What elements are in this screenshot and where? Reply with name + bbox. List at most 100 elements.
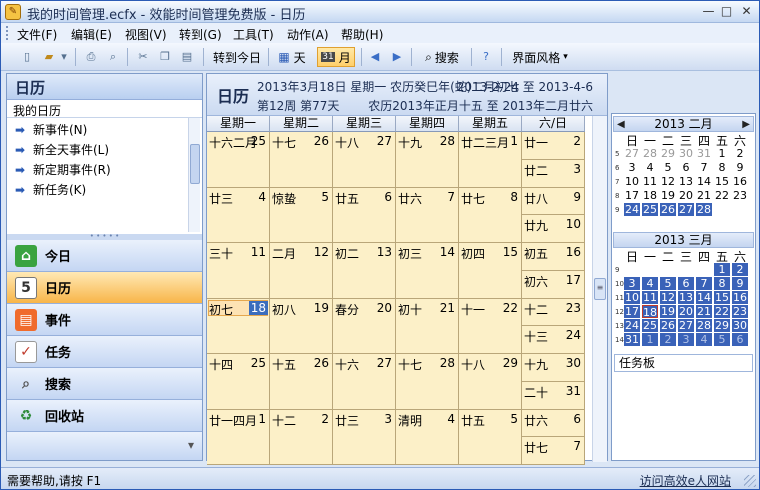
minical-day[interactable]: 4 xyxy=(642,161,658,174)
day-cell[interactable]: 十九 28 xyxy=(396,132,459,188)
nav-recycle-bin[interactable]: ♻ 回收站 xyxy=(7,400,202,432)
minical-day[interactable]: 29 xyxy=(714,319,730,332)
menu-goto[interactable]: 转到(G) xyxy=(179,26,222,43)
menu-help[interactable]: 帮助(H) xyxy=(341,26,383,43)
menu-file[interactable]: 文件(F) xyxy=(17,26,57,43)
weekend-cell[interactable]: 十二 23 xyxy=(522,298,585,327)
weekend-cell[interactable]: 廿二 3 xyxy=(522,159,585,188)
minical-day[interactable]: 3 xyxy=(624,277,640,290)
minical-day[interactable]: 6 xyxy=(678,277,694,290)
nav-calendar[interactable]: 5 日历 xyxy=(7,272,202,304)
day-cell[interactable]: 十二 2 xyxy=(270,409,333,465)
menu-edit[interactable]: 编辑(E) xyxy=(71,26,112,43)
minical-day[interactable]: 3 xyxy=(678,333,694,346)
minical-day[interactable]: 10 xyxy=(624,175,640,188)
day-cell[interactable]: 十一 22 xyxy=(459,298,522,354)
day-cell[interactable]: 廿五 6 xyxy=(333,187,396,243)
minical-day[interactable]: 19 xyxy=(660,305,676,318)
minical-day[interactable]: 30 xyxy=(678,147,694,160)
minical-day[interactable]: 31 xyxy=(624,333,640,346)
minical-day[interactable]: 26 xyxy=(660,319,676,332)
nav-today[interactable]: ⌂ 今日 xyxy=(7,240,202,272)
minical-day[interactable]: 27 xyxy=(678,319,694,332)
menu-grip-icon[interactable] xyxy=(6,26,9,40)
day-cell[interactable]: 十八 27 xyxy=(333,132,396,188)
minical-day[interactable]: 7 xyxy=(696,277,712,290)
day-cell[interactable]: 初二 13 xyxy=(333,243,396,299)
minical-day[interactable]: 9 xyxy=(732,161,748,174)
print-preview-icon[interactable]: ⌕ xyxy=(105,49,121,65)
next-month-icon[interactable]: ▶ xyxy=(742,118,750,132)
minical-day[interactable]: 23 xyxy=(732,305,748,318)
day-cell[interactable]: 初十 21 xyxy=(396,298,459,354)
weekend-cell[interactable]: 初六 17 xyxy=(522,270,585,299)
new-task-item[interactable]: ➡ 新任务(K) xyxy=(7,178,202,198)
close-button[interactable]: ✕ xyxy=(739,4,754,19)
day-cell[interactable]: 十六二月 25 xyxy=(207,132,270,188)
search-button[interactable]: ⌕ 搜索 xyxy=(417,47,467,67)
paste-icon[interactable]: ▤ xyxy=(179,49,195,65)
weekend-cell[interactable]: 廿一 2 xyxy=(522,132,585,160)
minical-day[interactable]: 20 xyxy=(678,189,694,202)
day-cell[interactable]: 廿二三月 1 xyxy=(459,132,522,188)
minical-day[interactable]: 17 xyxy=(624,189,640,202)
minical-day[interactable]: 21 xyxy=(696,305,712,318)
new-doc-icon[interactable]: ▯ xyxy=(19,49,35,65)
minical-day[interactable]: 14 xyxy=(696,175,712,188)
weekend-cell[interactable]: 廿九 10 xyxy=(522,215,585,243)
minical-day[interactable]: 19 xyxy=(660,189,676,202)
day-cell[interactable]: 初八 19 xyxy=(270,298,333,354)
minical-day[interactable]: 18 xyxy=(642,189,658,202)
nav-search[interactable]: ⌕ 搜索 xyxy=(7,368,202,400)
minical-day[interactable]: 1 xyxy=(642,333,658,346)
minical-day[interactable]: 27 xyxy=(624,147,640,160)
maximize-button[interactable]: □ xyxy=(719,4,734,19)
minical-day[interactable]: 28 xyxy=(696,203,712,216)
weekend-cell[interactable]: 初五 16 xyxy=(522,243,585,271)
minical-day[interactable]: 6 xyxy=(732,333,748,346)
prev-icon[interactable]: ◀ xyxy=(367,49,383,65)
nav-tasks[interactable]: ✓ 任务 xyxy=(7,336,202,368)
my-calendar-label[interactable]: 我的日历 xyxy=(7,100,202,118)
minical-day[interactable]: 26 xyxy=(660,203,676,216)
day-cell[interactable]: 廿三 3 xyxy=(333,409,396,465)
title-bar[interactable]: ✎ 我的时间管理.ecfx - 效能时间管理免费版 - 日历 — □ ✕ xyxy=(1,1,759,23)
minical-day[interactable]: 23 xyxy=(732,189,748,202)
left-scrollbar[interactable] xyxy=(188,118,200,232)
weekend-cell[interactable]: 廿七 7 xyxy=(522,437,585,465)
new-recurring-event-item[interactable]: ➡ 新定期事件(R) xyxy=(7,158,202,178)
minical-day[interactable]: 5 xyxy=(714,333,730,346)
next-icon[interactable]: ▶ xyxy=(389,49,405,65)
day-cell[interactable]: 惊蛰 5 xyxy=(270,187,333,243)
minical-day[interactable]: 8 xyxy=(714,161,730,174)
minical-day[interactable]: 22 xyxy=(714,305,730,318)
day-cell[interactable]: 初四 15 xyxy=(459,243,522,299)
minical-day[interactable]: 20 xyxy=(678,305,694,318)
minical-day[interactable]: 24 xyxy=(624,203,640,216)
dropdown-icon[interactable]: ▾ xyxy=(59,49,69,65)
minical-day[interactable]: 15 xyxy=(714,291,730,304)
minical-day[interactable]: 16 xyxy=(732,175,748,188)
weekend-cell[interactable]: 十三 24 xyxy=(522,326,585,354)
day-cell[interactable]: 三十 11 xyxy=(207,243,270,299)
website-link[interactable]: 访问高效e人网站 xyxy=(640,472,731,489)
nav-events[interactable]: ▤ 事件 xyxy=(7,304,202,336)
day-cell[interactable]: 廿五 5 xyxy=(459,409,522,465)
minical-day[interactable]: 25 xyxy=(642,203,658,216)
day-cell[interactable]: 十五 26 xyxy=(270,354,333,410)
minical-day[interactable]: 24 xyxy=(624,319,640,332)
minical-day[interactable]: 27 xyxy=(678,203,694,216)
weekend-cell[interactable]: 廿六 6 xyxy=(522,409,585,438)
day-cell[interactable]: 廿一四月 1 xyxy=(207,409,270,465)
minical-day[interactable]: 13 xyxy=(678,175,694,188)
help-icon[interactable]: ? xyxy=(478,49,494,65)
weekend-cell[interactable]: 二十 31 xyxy=(522,381,585,410)
new-allday-event-item[interactable]: ➡ 新全天事件(L) xyxy=(7,138,202,158)
day-cell[interactable]: 春分 20 xyxy=(333,298,396,354)
minical-day[interactable]: 21 xyxy=(696,189,712,202)
minical-day[interactable]: 18 xyxy=(642,305,658,319)
minical-day[interactable]: 29 xyxy=(660,147,676,160)
day-cell[interactable]: 廿六 7 xyxy=(396,187,459,243)
minical-day[interactable]: 31 xyxy=(696,147,712,160)
calendar-scrollbar[interactable]: ≡ xyxy=(592,116,607,462)
